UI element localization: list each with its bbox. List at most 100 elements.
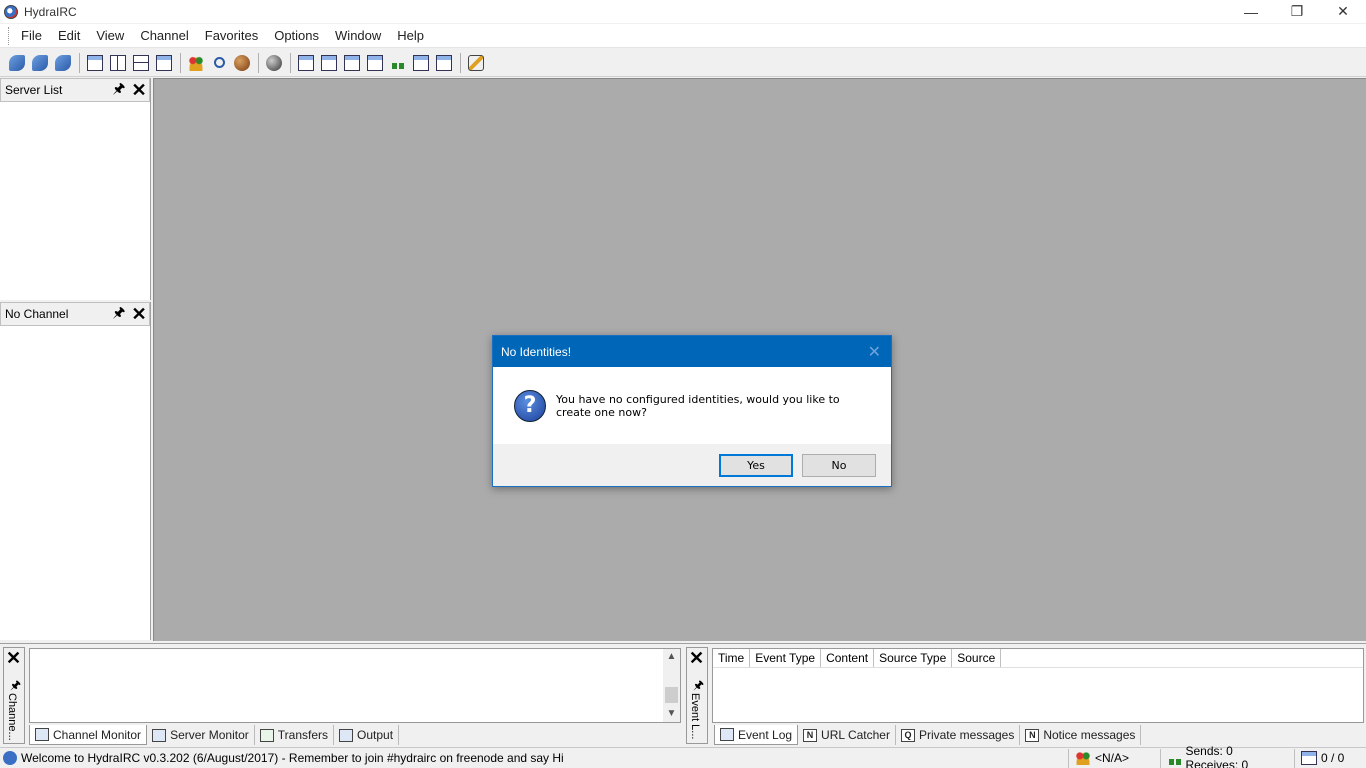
toolbar-separator	[79, 52, 80, 73]
menu-help[interactable]: Help	[389, 24, 432, 48]
users-button[interactable]	[185, 52, 207, 74]
output-button[interactable]	[410, 52, 432, 74]
toolbar-separator	[460, 52, 461, 73]
window-controls: — ❐ ✕	[1228, 0, 1366, 23]
notice-messages-icon: N	[1025, 728, 1040, 742]
restore-button[interactable]: ❐	[1274, 0, 1320, 23]
tab-transfers[interactable]: Transfers	[255, 725, 334, 745]
scrollbar-thumb[interactable]	[665, 687, 678, 703]
server-list-panel: Server List 🖈 ✕	[0, 78, 151, 300]
tile-vertical-button[interactable]	[107, 52, 129, 74]
menu-grip[interactable]	[8, 26, 11, 45]
queue-icon	[1301, 751, 1317, 765]
reconnect-button[interactable]	[29, 52, 51, 74]
favorites-icon	[234, 54, 250, 71]
dialog-message: You have no configured identities, would…	[556, 392, 840, 419]
output-icon	[413, 54, 429, 71]
menu-edit[interactable]: Edit	[50, 24, 88, 48]
close-icon[interactable]: ✕	[129, 80, 149, 101]
tab-url-catcher[interactable]: N URL Catcher	[798, 725, 896, 745]
no-button[interactable]: No	[802, 453, 876, 477]
identity-status: <N/A>	[1095, 751, 1130, 765]
menu-channel[interactable]: Channel	[132, 24, 196, 48]
dialog-body: ? You have no configured identities, wou…	[493, 367, 891, 444]
menu-favorites[interactable]: Favorites	[197, 24, 266, 48]
column-header-source[interactable]: Source	[952, 649, 1002, 667]
sends-receives-status: Sends: 0 Receives: 0	[1185, 744, 1249, 768]
column-header-event-type[interactable]: Event Type	[750, 649, 822, 667]
status-bar: Welcome to HydraIRC v0.3.202 (6/August/2…	[0, 744, 1366, 768]
transfers-icon	[1167, 751, 1182, 765]
options-icon	[468, 54, 484, 71]
tab-event-log[interactable]: Event Log	[714, 725, 799, 745]
tab-label: Output	[357, 728, 394, 742]
server-monitor-icon	[321, 54, 337, 71]
column-header-source-type[interactable]: Source Type	[874, 649, 953, 667]
dialog-close-icon[interactable]: ✕	[868, 342, 881, 362]
toolbar-separator	[258, 52, 259, 73]
connect-button[interactable]	[6, 52, 28, 74]
private-messages-button[interactable]	[364, 52, 386, 74]
transfers-button[interactable]	[387, 52, 409, 74]
close-icon[interactable]: ✕	[129, 304, 149, 325]
dialog-title-bar: No Identities! ✕	[493, 336, 891, 367]
tile-horizontal-button[interactable]	[130, 52, 152, 74]
tab-private-messages[interactable]: Q Private messages	[896, 725, 1021, 745]
channel-monitor-icon	[35, 728, 49, 741]
column-header-time[interactable]: Time	[713, 649, 751, 667]
search-button[interactable]	[208, 52, 230, 74]
tab-server-monitor[interactable]: Server Monitor	[147, 725, 255, 745]
toolbar	[0, 49, 1366, 77]
pin-icon[interactable]: 🖈	[109, 78, 129, 102]
tile-horizontal-icon	[133, 54, 149, 71]
minimize-button[interactable]: —	[1228, 0, 1274, 23]
vertical-scrollbar[interactable]: ▲ ▼	[663, 649, 680, 722]
event-log-list[interactable]: Time Event Type Content Source Type Sour…	[712, 648, 1364, 723]
globe-button[interactable]	[263, 52, 285, 74]
tab-output[interactable]: Output	[334, 725, 400, 745]
column-header-content[interactable]: Content	[821, 649, 875, 667]
event-log-button[interactable]	[433, 52, 455, 74]
transfers-icon	[390, 54, 406, 71]
disconnect-icon	[55, 54, 71, 71]
no-identities-dialog: No Identities! ✕ ? You have no configure…	[492, 335, 892, 487]
reconnect-icon	[32, 54, 48, 71]
app-icon	[4, 4, 18, 19]
tab-label: URL Catcher	[821, 728, 890, 742]
favorites-button[interactable]	[231, 52, 253, 74]
pin-icon[interactable]: 🖈	[109, 302, 129, 326]
channel-monitor-button[interactable]	[295, 52, 317, 74]
private-messages-icon	[367, 54, 383, 71]
close-window-button[interactable]: ✕	[1320, 0, 1366, 23]
event-log-icon	[436, 54, 452, 71]
scroll-up-icon[interactable]: ▲	[663, 649, 680, 665]
options-button[interactable]	[465, 52, 487, 74]
close-icon[interactable]: ✕	[689, 649, 704, 667]
tab-label: Event Log	[738, 727, 793, 742]
disconnect-button[interactable]	[52, 52, 74, 74]
channel-monitor-output[interactable]: ▲ ▼	[29, 648, 681, 723]
tab-notice-messages[interactable]: N Notice messages	[1020, 725, 1142, 745]
yes-button[interactable]: Yes	[719, 453, 793, 477]
title-bar: HydraIRC — ❐ ✕	[0, 0, 1366, 23]
url-catcher-button[interactable]	[341, 52, 363, 74]
menu-window[interactable]: Window	[327, 24, 389, 48]
cascade-button[interactable]	[84, 52, 106, 74]
scroll-down-icon[interactable]: ▼	[663, 706, 680, 722]
tab-channel-monitor[interactable]: Channel Monitor	[29, 725, 148, 745]
close-icon[interactable]: ✕	[6, 649, 21, 667]
event-log-strip: ✕ 🖈 Event L...	[686, 647, 708, 744]
channel-panel: No Channel 🖈 ✕	[0, 302, 151, 640]
globe-icon	[266, 54, 282, 71]
menu-view[interactable]: View	[88, 24, 132, 48]
url-catcher-icon: N	[803, 728, 818, 742]
dialog-footer: Yes No	[493, 444, 891, 486]
menu-options[interactable]: Options	[266, 24, 327, 48]
private-messages-icon: Q	[900, 728, 915, 742]
traffic-cell: Sends: 0 Receives: 0	[1160, 744, 1294, 768]
print-button[interactable]	[153, 52, 175, 74]
cascade-windows-icon	[87, 54, 103, 71]
server-monitor-button[interactable]	[318, 52, 340, 74]
menu-file[interactable]: File	[13, 24, 50, 48]
tab-label: Notice messages	[1043, 728, 1136, 742]
